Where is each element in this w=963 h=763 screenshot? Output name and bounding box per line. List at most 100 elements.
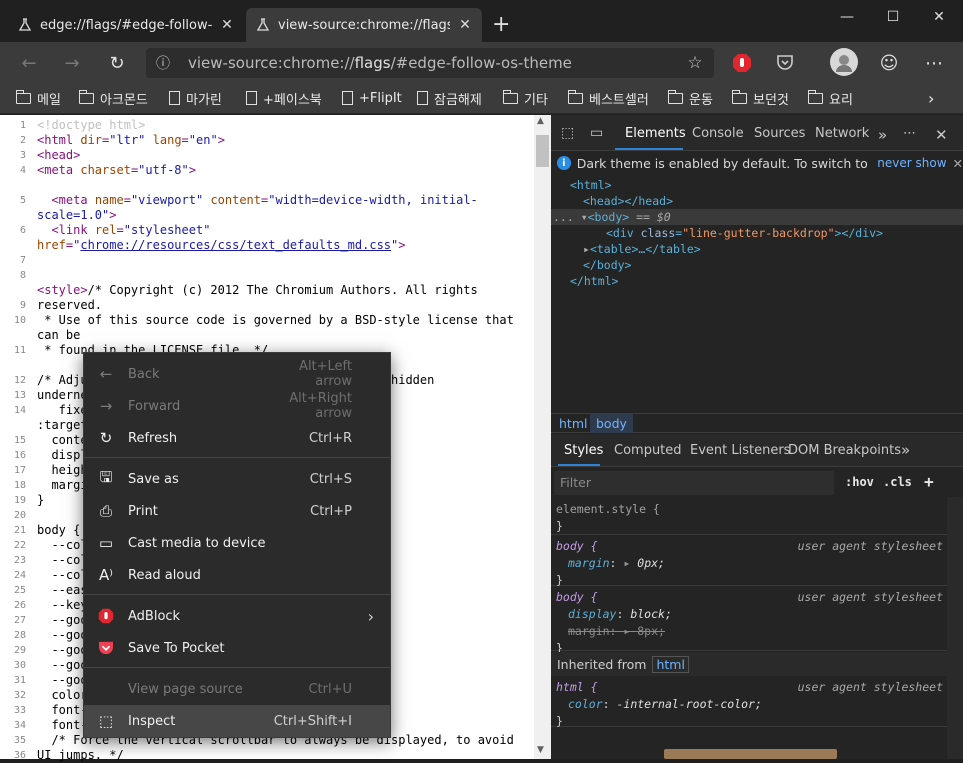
favorite-item[interactable]: 요리	[807, 88, 853, 108]
breadcrumb-body[interactable]: body	[590, 414, 633, 433]
tab-edge-flags[interactable]: edge://flags/#edge-follow-os-the ✕	[8, 8, 244, 42]
tab-dom-breakpoints[interactable]: DOM Breakpoints	[788, 443, 901, 458]
tab-elements[interactable]: Elements	[625, 126, 686, 141]
breadcrumb-html[interactable]: html	[559, 416, 587, 431]
close-tab-icon[interactable]: ✕	[458, 17, 472, 33]
tab-event-listeners[interactable]: Event Listeners	[690, 443, 790, 458]
favorites-overflow-chevron-icon[interactable]: ›	[928, 88, 934, 108]
line-number: 20	[13, 510, 26, 521]
more-tabs-chevron-icon[interactable]: »	[878, 126, 887, 144]
scroll-down-arrow-icon[interactable]: ▼	[537, 745, 544, 755]
close-window-button[interactable]: ✕	[916, 6, 962, 28]
favorite-item[interactable]: 메일	[15, 88, 61, 108]
tab-network[interactable]: Network	[815, 126, 869, 141]
inspect-element-icon[interactable]: ⬚	[561, 125, 574, 141]
line-number: 14	[13, 405, 26, 416]
menu-item-save-as[interactable]: 🖫 Save as Ctrl+S	[84, 463, 390, 495]
back-icon[interactable]: ←	[16, 50, 42, 76]
devtools-close-icon[interactable]: ✕	[935, 126, 948, 144]
favorite-item[interactable]: 아크몬드	[78, 88, 148, 108]
flask-icon	[18, 18, 32, 31]
device-toolbar-icon[interactable]: ▭	[590, 125, 603, 141]
source-scroll-thumb[interactable]	[536, 135, 549, 167]
favorite-item[interactable]: 기타	[502, 88, 548, 108]
more-subtabs-chevron-icon[interactable]: »	[901, 441, 910, 459]
menu-item-back[interactable]: ← Back Alt+Left arrow	[84, 358, 390, 390]
menu-item-read-aloud[interactable]: A⁾ Read aloud	[84, 559, 390, 591]
page-icon	[169, 91, 180, 105]
dom-node-body-close: </body>	[583, 258, 632, 272]
forward-icon[interactable]: →	[59, 50, 85, 76]
address-bar[interactable]: ⓘ view-source:chrome://flags/#edge-follo…	[146, 48, 714, 78]
read-aloud-icon: A⁾	[99, 566, 113, 584]
source-line: <meta charset="utf-8">	[37, 163, 196, 177]
info-icon[interactable]: ⓘ	[146, 53, 180, 73]
menu-item-forward[interactable]: → Forward Alt+Right arrow	[84, 390, 390, 422]
favorite-star-icon[interactable]: ☆	[676, 53, 714, 73]
line-number: 17	[13, 465, 26, 476]
menu-item-save-to-pocket[interactable]: Save To Pocket	[84, 632, 390, 664]
expand-triangle-icon: ▸	[583, 242, 590, 256]
never-show-link[interactable]: never show	[877, 156, 946, 170]
pocket-icon[interactable]	[772, 50, 798, 76]
menu-item-print[interactable]: ⎙ Print Ctrl+P	[84, 495, 390, 527]
favorite-item[interactable]: +페이스북	[246, 88, 322, 108]
inherited-element-link[interactable]: html	[652, 655, 689, 673]
favorite-item[interactable]: 잠금해제	[417, 88, 482, 108]
dom-node-body[interactable]: ... ▾<body> == $0	[553, 210, 671, 224]
new-tab-icon[interactable]: +	[492, 12, 510, 38]
tab-view-source[interactable]: view-source:chrome://flags/#edg ✕	[246, 8, 482, 42]
favorite-item[interactable]: +FlipIt	[342, 88, 402, 108]
cast-icon: ▭	[98, 534, 114, 552]
info-banner: i Dark theme is enabled by default. To s…	[551, 151, 963, 175]
devtools-menu-icon[interactable]: ⋯	[903, 126, 916, 141]
menu-item-inspect[interactable]: ⬚ Inspect Ctrl+Shift+I	[84, 705, 390, 737]
menu-item-view-page-source[interactable]: View page source Ctrl+U	[84, 673, 390, 705]
menu-item-adblock[interactable]: AdBlock ›	[84, 600, 390, 632]
refresh-icon[interactable]: ↻	[104, 50, 130, 76]
feedback-smiley-icon[interactable]: ☺	[876, 50, 902, 76]
dom-node-div[interactable]: <div class="line-gutter-backdrop"></div>	[606, 226, 883, 240]
tab-console[interactable]: Console	[692, 126, 744, 141]
new-rule-plus-icon[interactable]: +	[924, 472, 934, 491]
menu-separator	[84, 457, 390, 458]
folder-icon	[502, 89, 518, 104]
dismiss-banner-icon[interactable]: ✕	[953, 156, 963, 171]
styles-scrollbar[interactable]	[947, 497, 963, 759]
page-icon	[417, 91, 428, 105]
line-number: 13	[13, 390, 26, 401]
favorite-item[interactable]: 운동	[667, 88, 713, 108]
source-line: <!doctype html>	[37, 118, 146, 132]
favorite-item[interactable]: 마가린	[169, 88, 222, 108]
more-menu-icon[interactable]: ⋯	[921, 50, 947, 76]
adblock-icon[interactable]	[729, 50, 755, 76]
close-tab-icon[interactable]: ✕	[220, 17, 234, 33]
source-line: can be	[37, 328, 81, 342]
scroll-up-arrow-icon[interactable]: ▲	[537, 116, 544, 126]
minimize-button[interactable]: —	[824, 6, 870, 28]
favorite-item[interactable]: 보던것	[731, 88, 789, 108]
avatar[interactable]	[830, 48, 858, 76]
source-scrollbar[interactable]	[534, 115, 551, 759]
maximize-button[interactable]: ☐	[870, 6, 916, 28]
line-number: 16	[13, 450, 26, 461]
menu-item-refresh[interactable]: ↻ Refresh Ctrl+R	[84, 422, 390, 454]
hov-toggle[interactable]: :hov	[845, 475, 874, 489]
line-number: 6	[19, 225, 26, 236]
line-number: 7	[19, 255, 26, 266]
source-line: <style>/* Copyright (c) 2012 The Chromiu…	[37, 283, 478, 297]
rule-body-margin: body {user agent stylesheet margin: ▸ 0p…	[551, 536, 947, 587]
dom-node-head[interactable]: <head></head>	[583, 194, 673, 208]
inspect-icon: ⬚	[98, 712, 114, 730]
dom-node-table[interactable]: ▸<table>…</table>	[583, 242, 701, 256]
styles-filter-input[interactable]: Filter	[554, 471, 834, 495]
source-line: <link rel="stylesheet"	[51, 223, 211, 237]
arrow-right-icon: →	[99, 397, 113, 415]
cls-toggle[interactable]: .cls	[883, 475, 912, 489]
favorite-item[interactable]: 베스트셀러	[567, 88, 649, 108]
tab-styles[interactable]: Styles	[564, 443, 603, 458]
tab-computed[interactable]: Computed	[614, 443, 682, 458]
dom-node-html[interactable]: <html>	[570, 178, 612, 192]
menu-item-cast[interactable]: ▭ Cast media to device	[84, 527, 390, 559]
tab-sources[interactable]: Sources	[754, 126, 805, 141]
